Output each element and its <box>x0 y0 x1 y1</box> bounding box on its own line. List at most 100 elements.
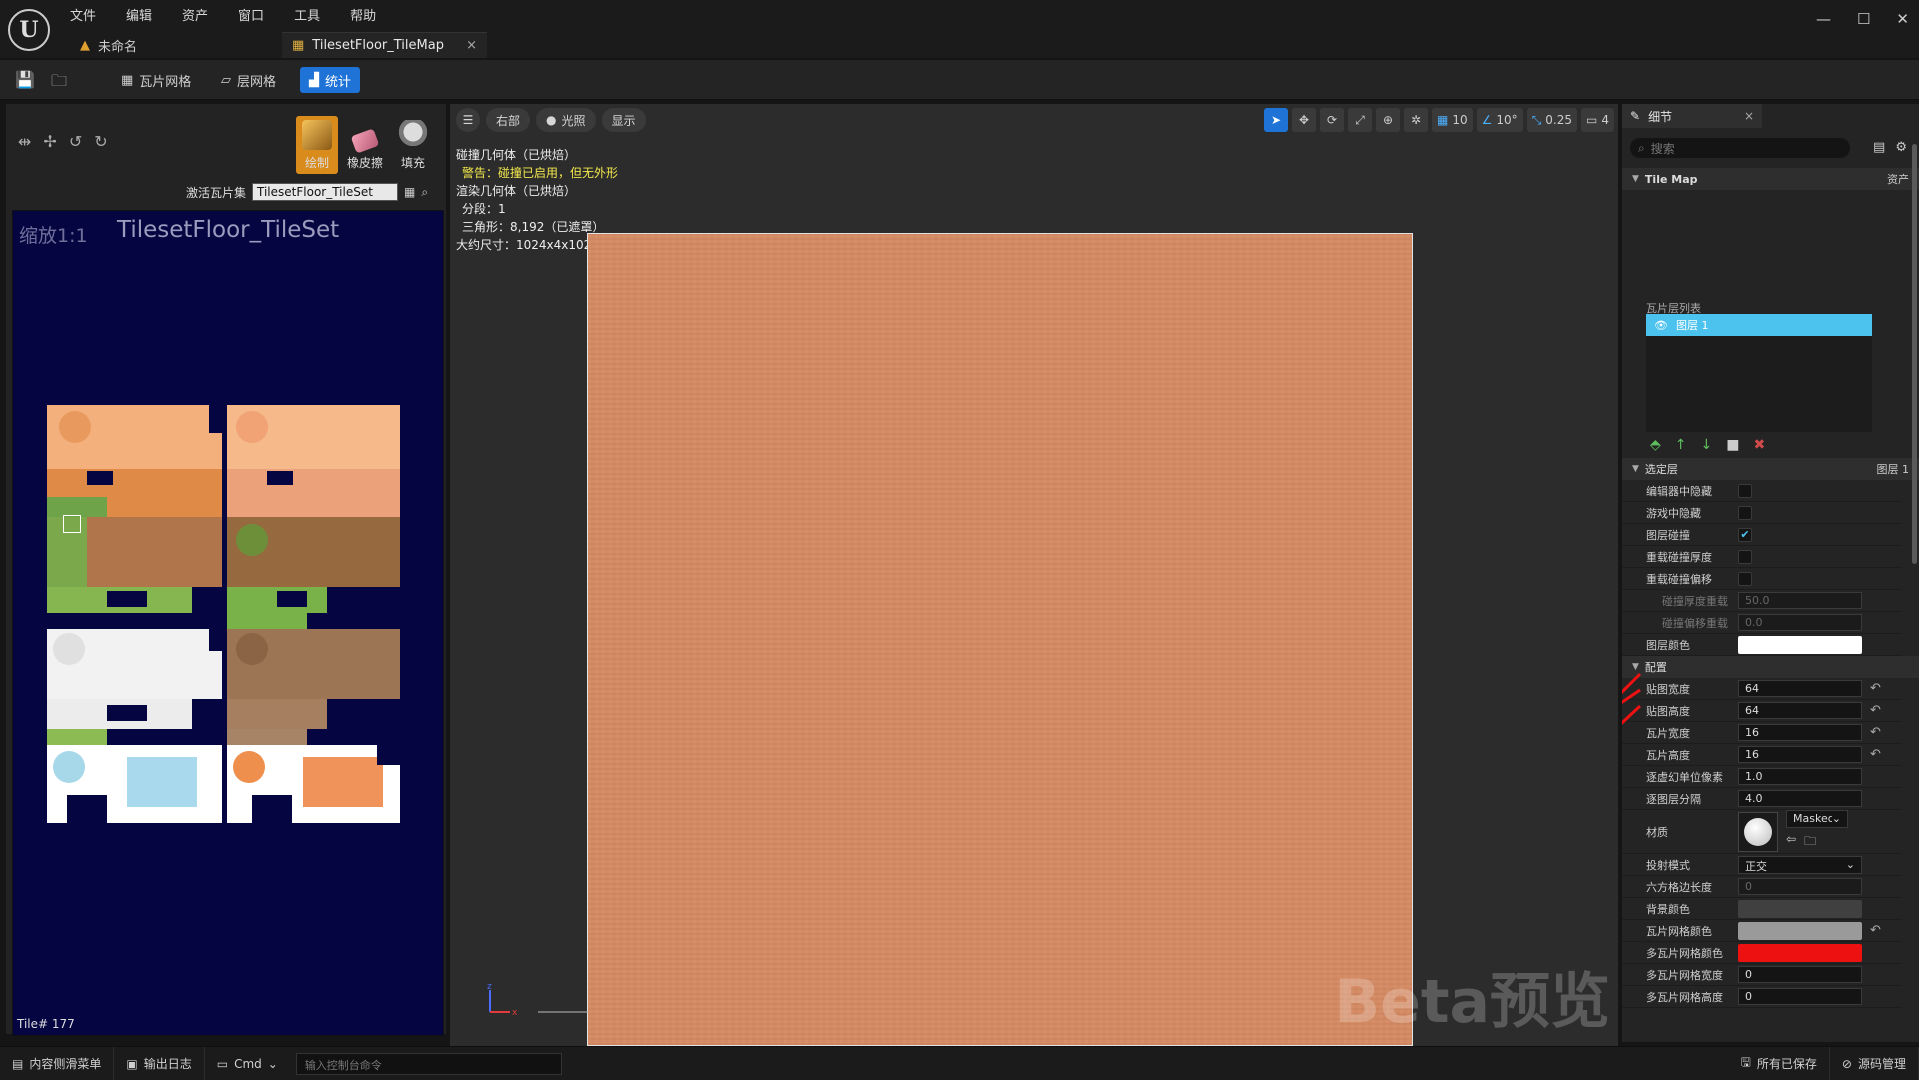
menu-edit[interactable]: 编辑 <box>126 5 152 24</box>
tileset-viewport[interactable]: 缩放1:1 TilesetFloor_TileSet Tile# 177 <box>12 210 444 1036</box>
layer-collision-checkbox[interactable]: ✔ <box>1738 527 1752 542</box>
reset-icon[interactable]: ↶ <box>1870 681 1881 696</box>
grid-snap-button[interactable]: ▦ 10 <box>1432 108 1473 132</box>
map-width-field[interactable]: 64 <box>1738 680 1862 697</box>
rotation-snap-button[interactable]: ∠ 10° <box>1476 108 1523 132</box>
rotate-ccw-icon[interactable]: ↺ <box>69 132 82 151</box>
layer-color-swatch[interactable] <box>1738 635 1862 654</box>
viewport-toolbar-right: ➤ ✥ ⟳ ⤢ ⊕ ✲ ▦ 10 ∠ 10° ⤡ 0.25 ▭ 4 <box>1264 108 1614 132</box>
prop-material: 材质 Masked ⌄ ⇦ 🗀 <box>1622 810 1902 854</box>
selected-tile-marker <box>63 515 81 533</box>
projection-mode-dropdown[interactable]: 正交 ⌄ <box>1738 855 1862 874</box>
rotate-mode-button[interactable]: ⟳ <box>1320 108 1345 132</box>
tab-tilemap[interactable]: ▦ TilesetFloor_TileMap × <box>282 32 487 58</box>
override-thickness-checkbox[interactable] <box>1738 549 1752 564</box>
material-blend-dropdown[interactable]: Masked ⌄ <box>1786 810 1848 828</box>
fill-tool-button[interactable]: 填充 <box>392 116 434 174</box>
background-color-swatch[interactable] <box>1738 899 1862 918</box>
menu-help[interactable]: 帮助 <box>350 5 376 24</box>
layer-grid-toggle-button[interactable]: ▱ 层网格 <box>212 67 285 93</box>
tab-unnamed-level[interactable]: ▲ 未命名 <box>70 32 147 58</box>
map-height-field[interactable]: 64 <box>1738 702 1862 719</box>
browse-icon[interactable]: 🗀 <box>1804 832 1816 853</box>
cmd-dropdown[interactable]: ▭ Cmd ⌄ <box>205 1047 290 1080</box>
search-icon[interactable]: ⌕ <box>421 185 428 200</box>
tileset-palette-panel: ⇹ ✢ ↺ ↻ 绘制 橡皮擦 填充 激活瓦片集 TilesetFloor_Til… <box>6 104 446 1036</box>
cursor-icon: ➤ <box>1270 113 1282 127</box>
translate-mode-button[interactable]: ✥ <box>1292 108 1317 132</box>
tileset-image[interactable] <box>47 405 400 823</box>
menu-tools[interactable]: 工具 <box>294 5 320 24</box>
delete-layer-icon[interactable]: ✖ <box>1753 437 1765 453</box>
tile-grid-color-swatch[interactable] <box>1738 921 1862 940</box>
close-window-icon[interactable]: ✕ <box>1896 10 1909 28</box>
paint-tool-button[interactable]: 绘制 <box>296 116 338 174</box>
multi-tile-grid-height-field[interactable]: 0 <box>1738 988 1862 1005</box>
details-scrollbar[interactable] <box>1912 144 1917 564</box>
tile-height-field[interactable]: 16 <box>1738 746 1862 763</box>
tilemap-canvas[interactable] <box>587 233 1413 1046</box>
viewport-options-button[interactable]: ☰ <box>456 108 480 132</box>
surface-snap-button[interactable]: ✲ <box>1404 108 1429 132</box>
override-offset-checkbox[interactable] <box>1738 571 1752 586</box>
multi-tile-grid-width-field[interactable]: 0 <box>1738 966 1862 983</box>
reset-icon[interactable]: ↶ <box>1870 703 1881 718</box>
settings-gear-icon[interactable]: ⚙ <box>1895 140 1907 155</box>
hide-in-game-checkbox[interactable] <box>1738 505 1752 520</box>
maximize-icon[interactable]: ☐ <box>1857 10 1870 28</box>
reset-icon[interactable]: ↶ <box>1870 747 1881 762</box>
menu-file[interactable]: 文件 <box>70 5 96 24</box>
tilemap-viewport[interactable]: ☰ 右部 ● 光照 显示 ➤ ✥ ⟳ ⤢ ⊕ ✲ ▦ 10 ∠ 10° ⤡ 0.25 ▭… <box>450 104 1618 1046</box>
prop-label: 多瓦片网格宽度 <box>1646 968 1723 982</box>
close-icon[interactable]: × <box>1744 109 1754 123</box>
menu-window[interactable]: 窗口 <box>238 5 264 24</box>
tileset-title: TilesetFloor_TileSet <box>117 217 340 243</box>
prop-tile-grid-color: 瓦片网格颜色 ↶ <box>1622 920 1902 942</box>
tileset-picker-icon[interactable]: ▦ <box>404 185 415 199</box>
svg-text:x: x <box>512 1008 518 1018</box>
reset-icon[interactable]: ↶ <box>1870 923 1881 938</box>
close-icon[interactable]: × <box>466 38 477 53</box>
unreal-logo-icon[interactable]: U <box>8 9 50 51</box>
move-down-icon[interactable]: ↓ <box>1701 437 1713 453</box>
flip-horizontal-icon[interactable]: ⇹ <box>18 132 31 151</box>
camera-speed-button[interactable]: ▭ 4 <box>1581 108 1614 132</box>
hex-side-field[interactable]: 0 <box>1738 878 1862 895</box>
multi-tile-grid-color-swatch[interactable] <box>1738 943 1862 962</box>
tile-grid-toggle-button[interactable]: ▦ 瓦片网格 <box>112 67 200 93</box>
scale-mode-button[interactable]: ⤢ <box>1348 108 1373 132</box>
show-flags-button[interactable]: 显示 <box>601 108 646 132</box>
eraser-tool-button[interactable]: 橡皮擦 <box>344 116 386 174</box>
view-mode-label: 右部 <box>496 113 521 128</box>
rotate-cw-icon[interactable]: ↻ <box>94 132 107 151</box>
output-log-button[interactable]: ▣ 输出日志 <box>114 1046 205 1080</box>
table-view-icon[interactable]: ▤ <box>1873 140 1885 155</box>
separation-per-layer-field[interactable]: 4.0 <box>1738 790 1862 807</box>
material-thumbnail[interactable] <box>1738 811 1778 852</box>
offset-override-field[interactable]: 0.0 <box>1738 614 1862 631</box>
world-local-button[interactable]: ⊕ <box>1376 108 1401 132</box>
pixels-per-unit-field[interactable]: 1.0 <box>1738 768 1862 785</box>
use-selected-icon[interactable]: ⇦ <box>1786 832 1796 853</box>
save-icon[interactable]: 💾 <box>14 70 36 90</box>
flip-vertical-icon[interactable]: ✢ <box>43 132 56 151</box>
all-saved-button[interactable]: 🖫 所有已保存 <box>1729 1046 1830 1080</box>
hide-in-editor-checkbox[interactable] <box>1738 483 1752 498</box>
menu-asset[interactable]: 资产 <box>182 5 208 24</box>
tile-width-field[interactable]: 16 <box>1738 724 1862 741</box>
select-mode-button[interactable]: ➤ <box>1264 108 1289 132</box>
browse-asset-icon[interactable]: 🗀 <box>48 70 70 90</box>
scale-snap-button[interactable]: ⤡ 0.25 <box>1526 108 1578 132</box>
source-control-button[interactable]: ⊘ 源码管理 <box>1830 1046 1919 1080</box>
console-command-input[interactable]: 输入控制台命令 <box>295 1052 562 1075</box>
lighting-mode-button[interactable]: ● 光照 <box>536 108 596 132</box>
duplicate-layer-icon[interactable]: ■ <box>1726 437 1739 453</box>
minimize-icon[interactable]: — <box>1816 10 1831 28</box>
prop-label: 材质 <box>1646 825 1668 839</box>
thickness-override-field[interactable]: 50.0 <box>1738 592 1862 609</box>
active-tileset-field[interactable]: TilesetFloor_TileSet <box>252 183 399 201</box>
stats-toggle-button[interactable]: ▟ 统计 <box>300 67 361 93</box>
reset-icon[interactable]: ↶ <box>1870 725 1881 740</box>
content-drawer-button[interactable]: ▤ 内容侧滑菜单 <box>0 1046 115 1080</box>
view-mode-button[interactable]: 右部 <box>486 108 531 132</box>
